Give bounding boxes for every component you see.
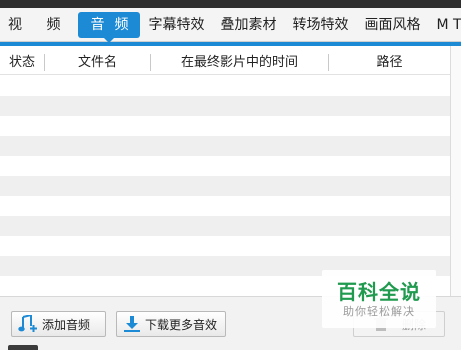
table-row [0, 236, 450, 256]
watermark-subtitle: 助你轻松解决 [343, 305, 415, 318]
tab-picture-style[interactable]: 画面风格 [356, 12, 428, 38]
table-header: 状态 文件名 在最终影片中的时间 路径 [0, 50, 450, 75]
column-header-time-in-movie[interactable]: 在最终影片中的时间 [151, 50, 328, 75]
window-corner-handle [8, 345, 38, 350]
tab-mtv[interactable]: M T [428, 12, 461, 38]
watermark-logo: 百科全说 助你轻松解决 [322, 270, 436, 328]
watermark-title: 百科全说 [337, 280, 421, 304]
active-tab-underline [0, 42, 461, 46]
add-audio-button[interactable]: 添加音频 [11, 311, 106, 337]
table-row [0, 116, 450, 136]
column-header-path[interactable]: 路径 [329, 50, 450, 75]
tab-audio[interactable]: 音频 [78, 11, 141, 43]
audio-file-list[interactable] [0, 76, 450, 296]
music-note-add-icon [18, 315, 37, 332]
tab-overlay-material[interactable]: 叠加素材 [212, 12, 284, 38]
tab-bar: 视 频 音频 字幕特效 叠加素材 转场特效 画面风格 M T [0, 8, 461, 43]
table-row [0, 76, 450, 96]
vertical-scrollbar[interactable] [450, 46, 461, 296]
column-header-filename[interactable]: 文件名 [45, 50, 150, 75]
tab-transition-effects[interactable]: 转场特效 [284, 12, 356, 38]
table-row [0, 156, 450, 176]
table-row [0, 196, 450, 216]
download-arrow-icon [124, 316, 140, 332]
add-audio-label: 添加音频 [42, 317, 91, 332]
table-row [0, 96, 450, 116]
tab-subtitle-effects[interactable]: 字幕特效 [140, 12, 212, 38]
tab-video[interactable]: 视 频 [0, 12, 78, 38]
table-row [0, 136, 450, 156]
download-more-effects-button[interactable]: 下载更多音效 [116, 311, 226, 337]
download-more-label: 下载更多音效 [145, 317, 218, 332]
table-row [0, 216, 450, 236]
window-top-bar [0, 0, 461, 8]
column-header-status[interactable]: 状态 [0, 50, 44, 75]
table-row [0, 176, 450, 196]
